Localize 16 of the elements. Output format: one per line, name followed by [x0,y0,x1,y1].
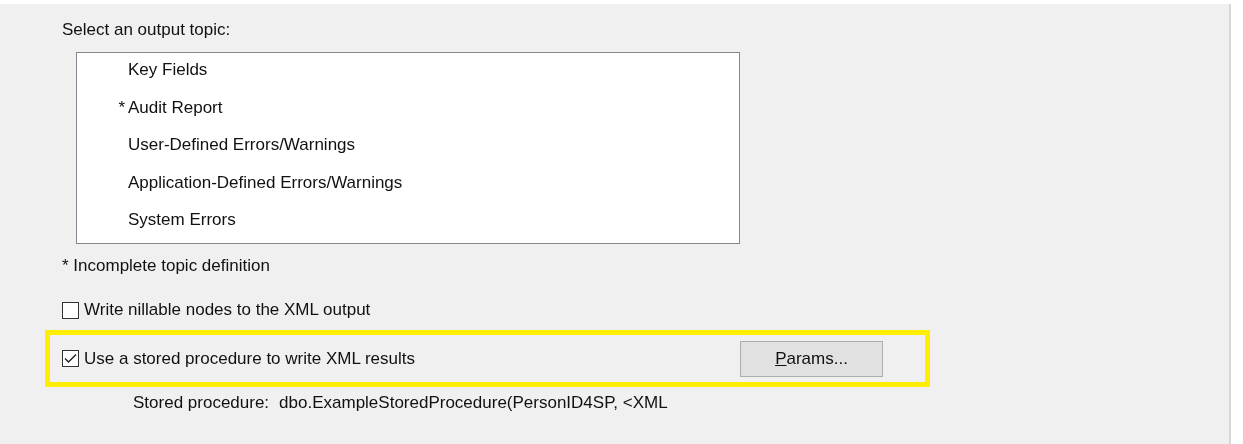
stored-procedure-value: dbo.ExampleStoredProcedure(PersonID4SP, <XML [279,393,668,413]
list-item[interactable]: System Errors [128,210,236,230]
topic-list[interactable]: Key Fields * Audit Report User-Defined Errors/Warnings Application-Defined Errors/Warnings System Errors [76,52,740,244]
incomplete-marker: * [118,97,125,117]
checkbox[interactable] [62,301,79,319]
params-button[interactable]: Params... [740,340,883,377]
stored-procedure-label: Stored procedure: [133,393,270,413]
list-item[interactable]: Audit Report [128,97,223,118]
checkbox-label[interactable]: Use a stored procedure to write XML results [84,348,415,369]
checkbox-label[interactable]: Write nillable nodes to the XML output [84,300,371,320]
list-item[interactable]: User-Defined Errors/Warnings [128,135,356,155]
list-label: Select an output topic: [62,20,231,40]
checkbox[interactable] [62,350,79,367]
list-item[interactable]: Application-Defined Errors/Warnings [128,172,403,193]
footnote: * Incomplete topic definition [62,256,270,276]
list-item[interactable]: Key Fields [128,60,208,80]
